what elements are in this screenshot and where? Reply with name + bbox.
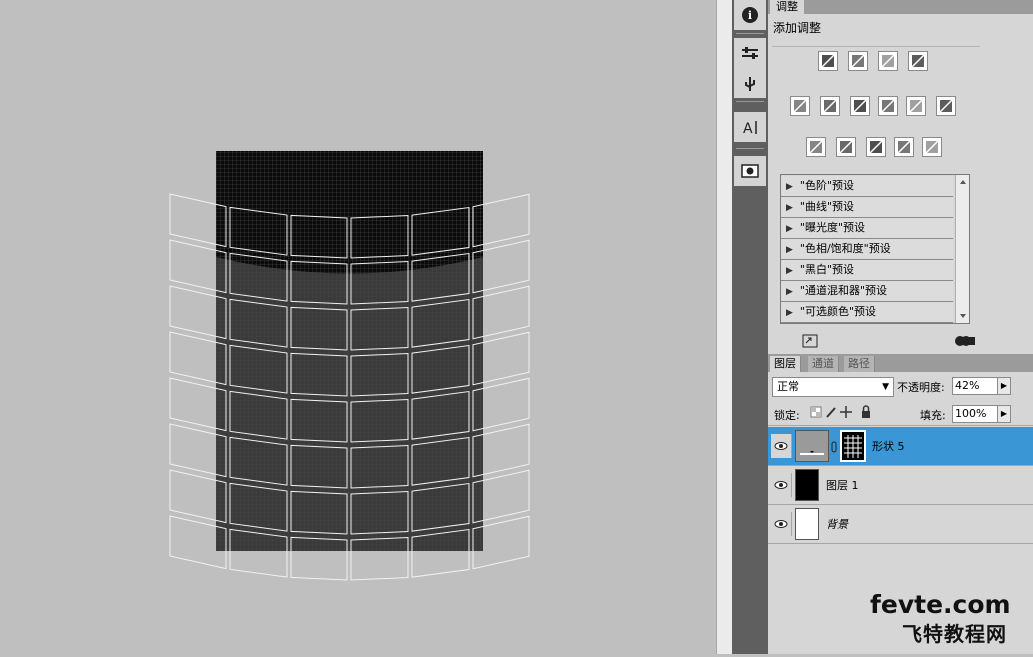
preset-label: "通道混和器"预设 xyxy=(799,284,888,297)
divider xyxy=(768,425,1033,426)
tab-paths[interactable]: 路径 xyxy=(844,356,875,372)
svg-text:i: i xyxy=(748,9,752,22)
lock-all-icon xyxy=(862,405,870,418)
tab-adjustments[interactable]: 调整 xyxy=(770,0,804,14)
layer-row-layer1[interactable]: 图层 1 xyxy=(768,466,1033,505)
photo-filter-icon[interactable] xyxy=(906,96,926,116)
preset-label: "色阶"预设 xyxy=(799,179,855,192)
layers-tabbar: 图层 通道 路径 xyxy=(768,354,1033,372)
panel-options-icon[interactable] xyxy=(954,334,976,351)
svg-text:A: A xyxy=(743,121,753,135)
preset-scrollbar[interactable] xyxy=(955,175,969,323)
layer-row-shape5[interactable]: 形状 5 xyxy=(768,427,1033,466)
fill-label: 填充: xyxy=(920,409,946,422)
lock-label: 锁定: xyxy=(774,409,800,422)
watermark-site-name: 飞特教程网 xyxy=(902,622,1007,646)
hue-saturation-icon[interactable] xyxy=(820,96,840,116)
gray-grid-layer xyxy=(216,257,483,551)
preset-item[interactable]: ▶ "色相/饱和度"预设 xyxy=(781,239,953,260)
character-icon[interactable]: A xyxy=(734,112,766,142)
channel-mixer-icon[interactable] xyxy=(936,96,956,116)
layer-thumbnail xyxy=(795,469,819,501)
layer-thumbnail xyxy=(795,430,829,462)
layer-name: 背景 xyxy=(826,518,848,531)
preset-label: "曝光度"预设 xyxy=(799,221,866,234)
fill-input[interactable]: 100% xyxy=(952,405,1000,423)
brightness-contrast-icon[interactable] xyxy=(818,51,838,71)
right-panel: 调整 添加调整 ▶ "色阶"预设 ▶ "曲线"预设 ▶ "曝光度"预设 ▶ "色相/饱和度"预… xyxy=(768,0,1033,654)
black-white-icon[interactable] xyxy=(878,96,898,116)
lock-transparency-icon xyxy=(810,406,822,418)
chevron-down-icon: ▼ xyxy=(882,382,889,392)
expand-triangle-icon: ▶ xyxy=(786,266,793,276)
tab-channels[interactable]: 通道 xyxy=(808,356,839,372)
lock-position-icon xyxy=(840,406,852,418)
preset-item[interactable]: ▶ "曲线"预设 xyxy=(781,197,953,218)
canvas-artwork xyxy=(169,151,530,581)
tab-layers[interactable]: 图层 xyxy=(770,356,801,372)
return-to-list-icon[interactable] xyxy=(802,334,818,351)
eye-icon[interactable] xyxy=(771,512,792,536)
document-canvas[interactable] xyxy=(0,0,716,654)
preset-label: "曲线"预设 xyxy=(799,200,855,213)
expand-triangle-icon: ▶ xyxy=(786,182,793,192)
expand-triangle-icon: ▶ xyxy=(786,287,793,297)
adjustments-title: 添加调整 xyxy=(773,21,822,35)
layer-thumbnail xyxy=(795,508,819,540)
threshold-icon[interactable] xyxy=(866,137,886,157)
vector-mask-thumbnail xyxy=(840,430,866,462)
lock-options xyxy=(810,405,880,422)
gradient-map-icon[interactable] xyxy=(894,137,914,157)
eye-icon[interactable] xyxy=(771,473,792,497)
usb-fork-icon[interactable] xyxy=(734,68,766,98)
levels-icon[interactable] xyxy=(848,51,868,71)
exposure-icon[interactable] xyxy=(908,51,928,71)
preset-list[interactable]: ▶ "色阶"预设 ▶ "曲线"预设 ▶ "曝光度"预设 ▶ "色相/饱和度"预设 ▶ "黑白"预设… xyxy=(780,174,970,324)
adjustments-tabbar: 调整 xyxy=(768,0,1033,14)
posterize-icon[interactable] xyxy=(836,137,856,157)
preset-item[interactable]: ▶ "色阶"预设 xyxy=(781,176,953,197)
panel-divider[interactable] xyxy=(716,0,733,654)
invert-icon[interactable] xyxy=(806,137,826,157)
color-balance-icon[interactable] xyxy=(850,96,870,116)
blend-mode-value: 正常 xyxy=(777,380,799,393)
expand-triangle-icon: ▶ xyxy=(786,224,793,234)
expand-triangle-icon: ▶ xyxy=(786,245,793,255)
preset-label: "可选颜色"预设 xyxy=(799,305,877,318)
layer-name: 图层 1 xyxy=(826,479,859,492)
sliders-icon[interactable] xyxy=(734,38,766,68)
collapsed-panel-strip: i A xyxy=(732,0,768,654)
preset-item[interactable]: ▶ "通道混和器"预设 xyxy=(781,281,953,302)
watermark-url: fevte.com xyxy=(870,590,1011,619)
opacity-input[interactable]: 42% xyxy=(952,377,1000,395)
curves-icon[interactable] xyxy=(878,51,898,71)
expand-triangle-icon: ▶ xyxy=(786,308,793,318)
preset-label: "黑白"预设 xyxy=(799,263,855,276)
fill-arrow-button[interactable]: ▶ xyxy=(997,405,1011,423)
lock-pixels-icon xyxy=(826,407,836,418)
info-icon[interactable]: i xyxy=(734,0,766,30)
layer-name: 形状 5 xyxy=(872,440,905,453)
eye-icon[interactable] xyxy=(771,434,792,458)
preset-item[interactable]: ▶ "黑白"预设 xyxy=(781,260,953,281)
selective-color-icon[interactable] xyxy=(922,137,942,157)
mask-icon[interactable] xyxy=(734,156,766,186)
vibrance-icon[interactable] xyxy=(790,96,810,116)
layer-row-background[interactable]: 背景 xyxy=(768,505,1033,544)
preset-item[interactable]: ▶ "曝光度"预设 xyxy=(781,218,953,239)
preset-item[interactable]: ▶ "可选颜色"预设 xyxy=(781,302,953,323)
opacity-arrow-button[interactable]: ▶ xyxy=(997,377,1011,395)
expand-triangle-icon: ▶ xyxy=(786,203,793,213)
preset-label: "色相/饱和度"预设 xyxy=(799,242,891,255)
blend-mode-select[interactable]: 正常 ▼ xyxy=(772,377,894,397)
opacity-label: 不透明度: xyxy=(897,381,945,394)
divider xyxy=(772,46,980,47)
link-icon[interactable] xyxy=(831,441,837,456)
